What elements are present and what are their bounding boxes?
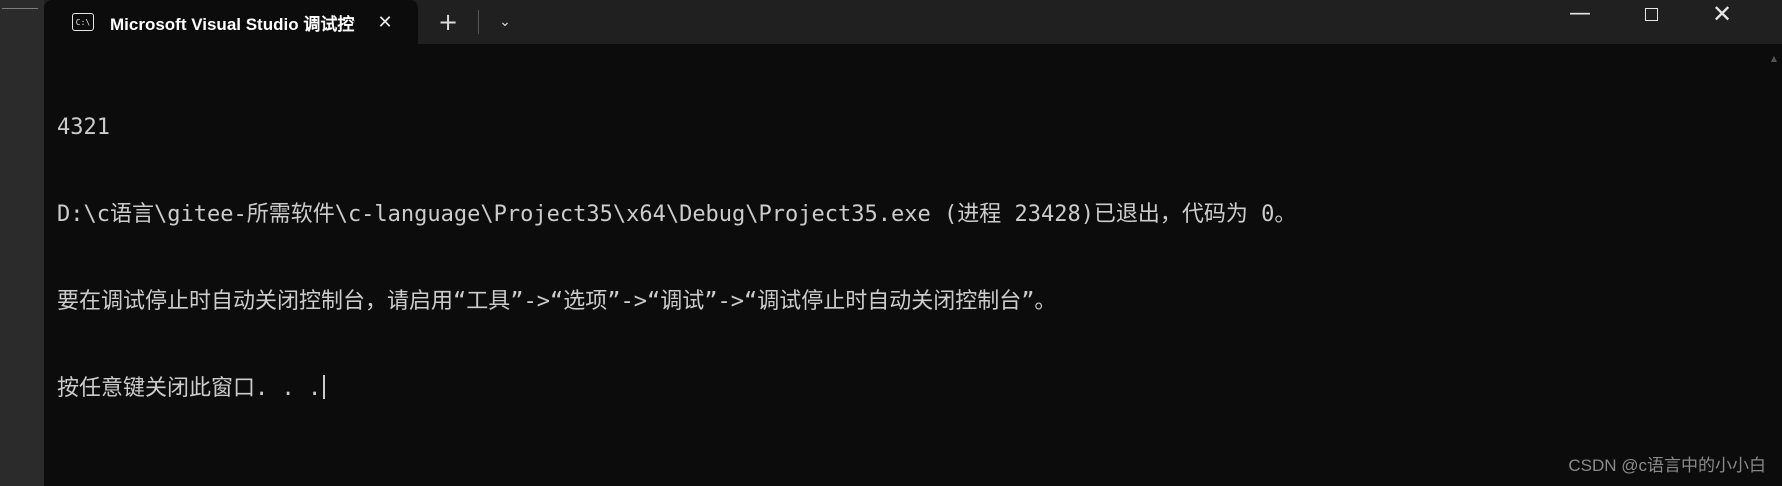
- watermark: CSDN @c语言中的小小白: [1568, 456, 1766, 475]
- minimize-button[interactable]: —: [1550, 0, 1610, 30]
- close-tab-button[interactable]: ✕: [373, 12, 397, 33]
- terminal-icon: C:\: [72, 13, 94, 31]
- console-prompt-text: 按任意键关闭此窗口. . .: [57, 376, 322, 401]
- console-line: 要在调试停止时自动关闭控制台，请启用“工具”->“选项”->“调试”->“调试停…: [57, 289, 1057, 314]
- tab-title: Microsoft Visual Studio 调试控制台: [110, 14, 355, 34]
- tab-dropdown-button[interactable]: ⌄: [490, 6, 520, 38]
- console-line: D:\c语言\gitee-所需软件\c-language\Project35\x…: [57, 202, 1297, 227]
- tab-debug-console[interactable]: C:\ Microsoft Visual Studio 调试控制台 ✕: [44, 0, 418, 44]
- scroll-up-icon[interactable]: ▲: [1770, 54, 1778, 64]
- console-output[interactable]: 4321 D:\c语言\gitee-所需软件\c-language\Projec…: [57, 55, 1757, 461]
- tab-divider: [478, 10, 479, 34]
- title-bar[interactable]: C:\ Microsoft Visual Studio 调试控制台 ✕ + ⌄ …: [44, 0, 1782, 44]
- maximize-icon: [1644, 8, 1658, 21]
- scrollbar[interactable]: ▲: [1768, 44, 1780, 486]
- text-cursor: [323, 375, 326, 399]
- close-window-button[interactable]: ✕: [1692, 0, 1752, 30]
- console-prompt-line: 按任意键关闭此窗口. . .: [57, 374, 1757, 403]
- background-window-edge: [0, 0, 45, 486]
- background-window-fragment: [2, 0, 38, 9]
- screen: C:\ Microsoft Visual Studio 调试控制台 ✕ + ⌄ …: [0, 0, 1782, 486]
- maximize-button[interactable]: [1621, 0, 1681, 30]
- terminal-window: C:\ Microsoft Visual Studio 调试控制台 ✕ + ⌄ …: [44, 0, 1782, 486]
- console-line: 4321: [57, 115, 110, 140]
- new-tab-button[interactable]: +: [430, 6, 466, 38]
